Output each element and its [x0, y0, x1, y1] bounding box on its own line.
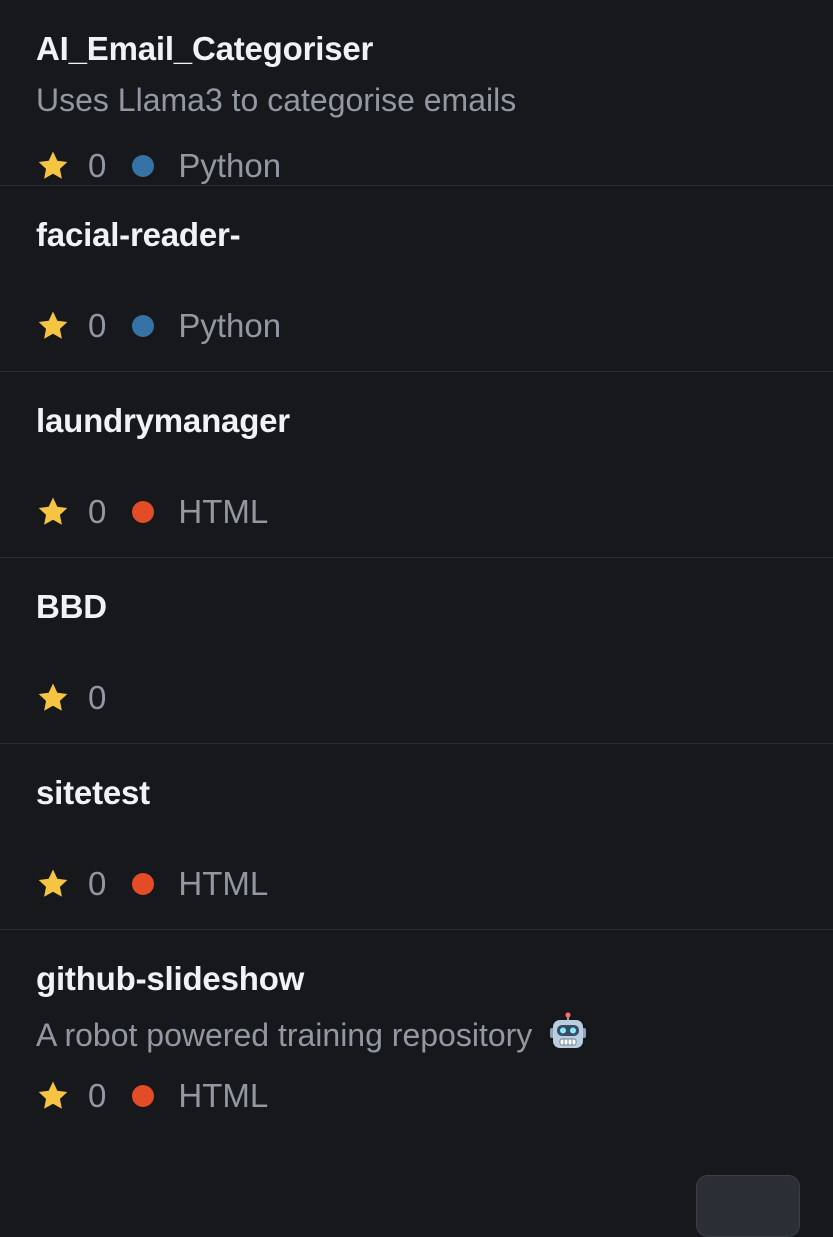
floating-action-button[interactable]	[696, 1175, 800, 1237]
star-count: 0	[88, 1077, 107, 1114]
repo-description: A robot powered training repository	[36, 1017, 533, 1053]
language-color-dot	[132, 155, 155, 177]
language-label: Python	[178, 147, 282, 184]
star-icon	[38, 311, 68, 339]
language-color-dot	[132, 501, 155, 523]
repo-description: Uses Llama3 to categorise emails	[36, 82, 517, 118]
repo-item-facial-reader[interactable]: facial-reader- 0 Python	[0, 186, 833, 372]
repository-list: AI_Email_Categoriser Uses Llama3 to cate…	[0, 0, 833, 1116]
star-icon	[38, 869, 68, 897]
star-icon	[38, 497, 68, 525]
repo-meta: 0 HTML	[36, 1074, 268, 1118]
star-count: 0	[88, 493, 107, 530]
repo-meta: 0 Python	[36, 304, 281, 348]
star-icon	[38, 151, 68, 179]
repo-name[interactable]: laundrymanager	[36, 402, 290, 440]
language-label: HTML	[178, 865, 269, 902]
robot-emoji-icon	[550, 1012, 587, 1048]
repo-meta: 0	[36, 676, 132, 720]
repo-meta: 0 HTML	[36, 490, 268, 534]
language-color-dot	[132, 1085, 155, 1107]
language-color-dot	[132, 873, 155, 895]
repo-description-line: A robot powered training repository	[36, 1012, 587, 1054]
repo-meta: 0 Python	[36, 144, 281, 188]
repo-name[interactable]: AI_Email_Categoriser	[36, 30, 373, 68]
language-color-dot	[132, 315, 155, 337]
star-count: 0	[88, 865, 107, 902]
repo-item-github-slideshow[interactable]: github-slideshow A robot powered trainin…	[0, 930, 833, 1116]
repo-name[interactable]: sitetest	[36, 774, 150, 812]
language-label: Python	[178, 307, 282, 344]
language-label: HTML	[178, 493, 269, 530]
repo-item-laundrymanager[interactable]: laundrymanager 0 HTML	[0, 372, 833, 558]
star-count: 0	[88, 147, 107, 184]
star-count: 0	[88, 307, 107, 344]
repo-meta: 0 HTML	[36, 862, 268, 906]
star-count: 0	[88, 679, 107, 716]
repo-name[interactable]: github-slideshow	[36, 960, 304, 998]
repo-item-sitetest[interactable]: sitetest 0 HTML	[0, 744, 833, 930]
repo-item-ai-email-categoriser[interactable]: AI_Email_Categoriser Uses Llama3 to cate…	[0, 0, 833, 186]
repo-name[interactable]: facial-reader-	[36, 216, 241, 254]
language-label: HTML	[178, 1077, 269, 1114]
star-icon	[38, 1081, 68, 1109]
repo-name[interactable]: BBD	[36, 588, 107, 626]
repo-item-bbd[interactable]: BBD 0	[0, 558, 833, 744]
star-icon	[38, 683, 68, 711]
